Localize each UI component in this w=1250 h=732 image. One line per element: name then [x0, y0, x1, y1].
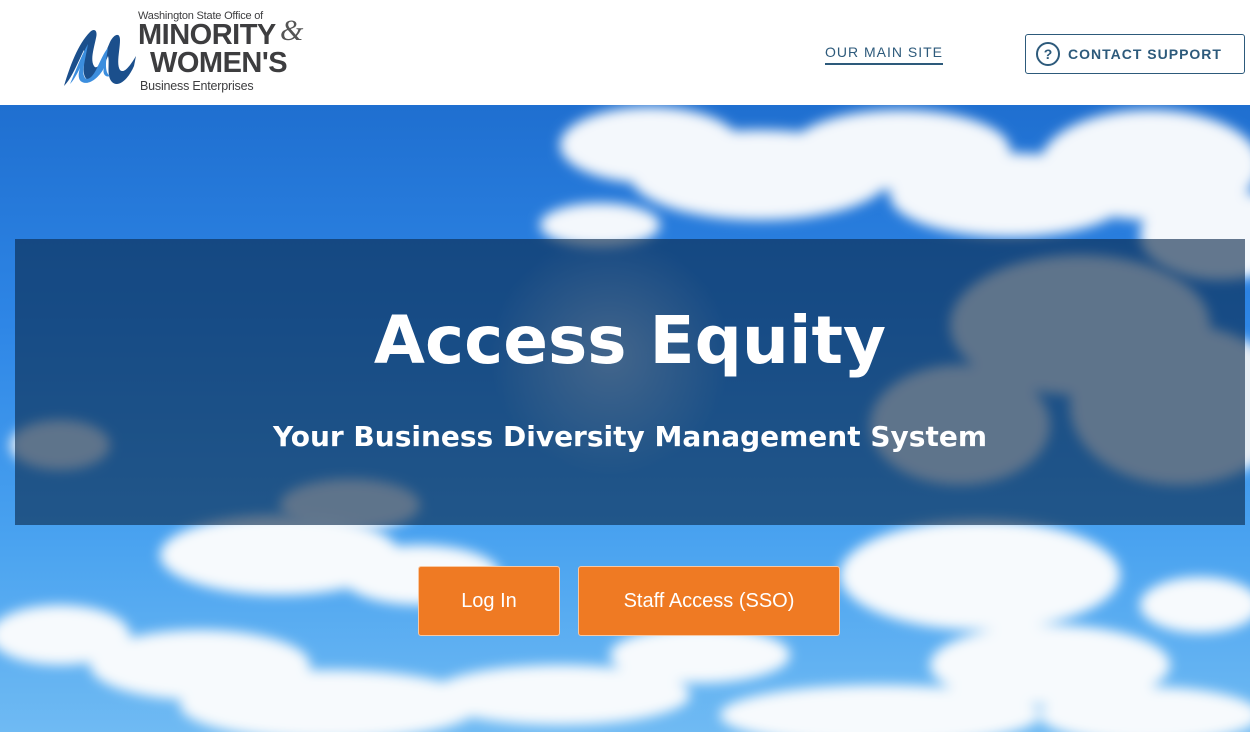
hero-banner: Access Equity Your Business Diversity Ma… [15, 239, 1245, 525]
contact-support-label: CONTACT SUPPORT [1068, 46, 1222, 62]
hero-subtitle: Your Business Diversity Management Syste… [273, 420, 987, 453]
contact-support-button[interactable]: ? CONTACT SUPPORT [1025, 34, 1245, 74]
hero-title: Access Equity [373, 302, 887, 379]
logo-line-minority: MINORITY [138, 19, 276, 51]
question-circle-icon: ? [1036, 42, 1060, 66]
wave-logo-icon [64, 30, 136, 86]
log-in-button[interactable]: Log In [418, 566, 560, 636]
our-main-site-link[interactable]: OUR MAIN SITE [825, 44, 944, 65]
hero-section: Access Equity Your Business Diversity Ma… [0, 105, 1250, 732]
logo-ampersand: & [280, 14, 304, 47]
logo-wordmark: Washington State Office of MINORITY & WO… [138, 8, 328, 98]
logo-line-womens: WOMEN'S [150, 47, 288, 79]
site-header: Washington State Office of MINORITY & WO… [0, 0, 1250, 105]
logo-line-business: Business Enterprises [140, 79, 254, 93]
staff-access-sso-button[interactable]: Staff Access (SSO) [578, 566, 840, 636]
omwbe-logo[interactable]: Washington State Office of MINORITY & WO… [60, 8, 320, 98]
